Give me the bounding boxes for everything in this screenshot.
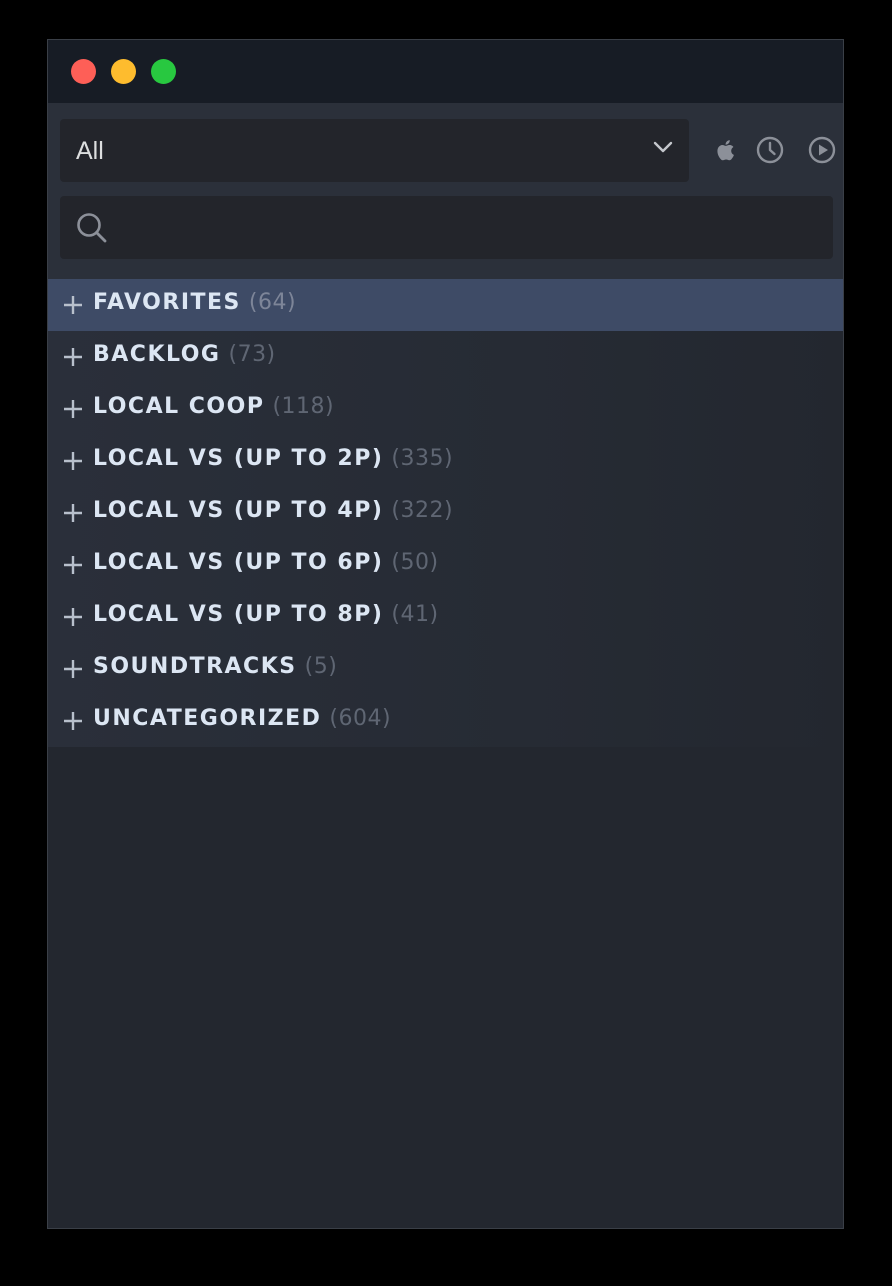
collection-row[interactable]: BACKLOG (73) <box>48 331 843 383</box>
collection-count: (118) <box>272 394 335 419</box>
collection-count: (604) <box>329 706 392 731</box>
collection-name: FAVORITES <box>93 290 241 315</box>
library-window: All FAVORITES (64) BACKLOG (73) LOCAL COOP (1… <box>47 39 844 1229</box>
expand-plus-icon[interactable] <box>62 606 84 628</box>
collection-label-group: LOCAL VS (UP TO 8P) (41) <box>93 602 439 627</box>
collection-row[interactable]: LOCAL VS (UP TO 8P) (41) <box>48 591 843 643</box>
collection-name: LOCAL VS (UP TO 4P) <box>93 498 384 523</box>
collection-name: BACKLOG <box>93 342 221 367</box>
play-icon[interactable] <box>807 135 837 165</box>
collection-label-group: LOCAL VS (UP TO 2P) (335) <box>93 446 453 471</box>
collection-label-group: FAVORITES (64) <box>93 290 296 315</box>
collection-label-group: LOCAL COOP (118) <box>93 394 334 419</box>
collection-count: (73) <box>228 342 276 367</box>
expand-plus-icon[interactable] <box>62 450 84 472</box>
title-bar <box>48 40 843 103</box>
collection-row[interactable]: LOCAL VS (UP TO 4P) (322) <box>48 487 843 539</box>
filter-dropdown-value: All <box>76 137 104 165</box>
collection-row[interactable]: LOCAL VS (UP TO 2P) (335) <box>48 435 843 487</box>
collection-name: LOCAL VS (UP TO 2P) <box>93 446 384 471</box>
collection-name: LOCAL VS (UP TO 6P) <box>93 550 384 575</box>
expand-plus-icon[interactable] <box>62 710 84 732</box>
collection-count: (322) <box>391 498 454 523</box>
collection-label-group: UNCATEGORIZED (604) <box>93 706 391 731</box>
collection-label-group: LOCAL VS (UP TO 6P) (50) <box>93 550 439 575</box>
expand-plus-icon[interactable] <box>62 554 84 576</box>
collections-list: FAVORITES (64) BACKLOG (73) LOCAL COOP (118) L… <box>48 279 843 747</box>
apple-icon[interactable] <box>711 135 741 165</box>
close-window-button[interactable] <box>71 59 96 84</box>
clock-icon[interactable] <box>755 135 785 165</box>
collection-label-group: BACKLOG (73) <box>93 342 276 367</box>
collection-row[interactable]: LOCAL VS (UP TO 6P) (50) <box>48 539 843 591</box>
expand-plus-icon[interactable] <box>62 658 84 680</box>
collection-name: UNCATEGORIZED <box>93 706 322 731</box>
expand-plus-icon[interactable] <box>62 346 84 368</box>
collection-row[interactable]: FAVORITES (64) <box>48 279 843 331</box>
collection-name: SOUNDTRACKS <box>93 654 297 679</box>
collection-row[interactable]: SOUNDTRACKS (5) <box>48 643 843 695</box>
search-icon <box>77 213 107 243</box>
collection-row[interactable]: UNCATEGORIZED (604) <box>48 695 843 747</box>
collection-count: (41) <box>391 602 439 627</box>
filter-dropdown[interactable]: All <box>60 119 689 182</box>
zoom-window-button[interactable] <box>151 59 176 84</box>
collection-label-group: LOCAL VS (UP TO 4P) (322) <box>93 498 453 523</box>
expand-plus-icon[interactable] <box>62 398 84 420</box>
expand-plus-icon[interactable] <box>62 502 84 524</box>
minimize-window-button[interactable] <box>111 59 136 84</box>
library-toolbar: All <box>48 103 843 279</box>
collection-count: (335) <box>391 446 454 471</box>
expand-plus-icon[interactable] <box>62 294 84 316</box>
search-bar[interactable] <box>60 196 833 259</box>
collection-name: LOCAL VS (UP TO 8P) <box>93 602 384 627</box>
collection-count: (50) <box>391 550 439 575</box>
chevron-down-icon <box>653 141 673 153</box>
collection-count: (64) <box>248 290 297 315</box>
collection-count: (5) <box>304 654 338 679</box>
collection-row[interactable]: LOCAL COOP (118) <box>48 383 843 435</box>
search-input[interactable] <box>120 206 824 250</box>
collection-name: LOCAL COOP <box>93 394 265 419</box>
collection-label-group: SOUNDTRACKS (5) <box>93 654 337 679</box>
